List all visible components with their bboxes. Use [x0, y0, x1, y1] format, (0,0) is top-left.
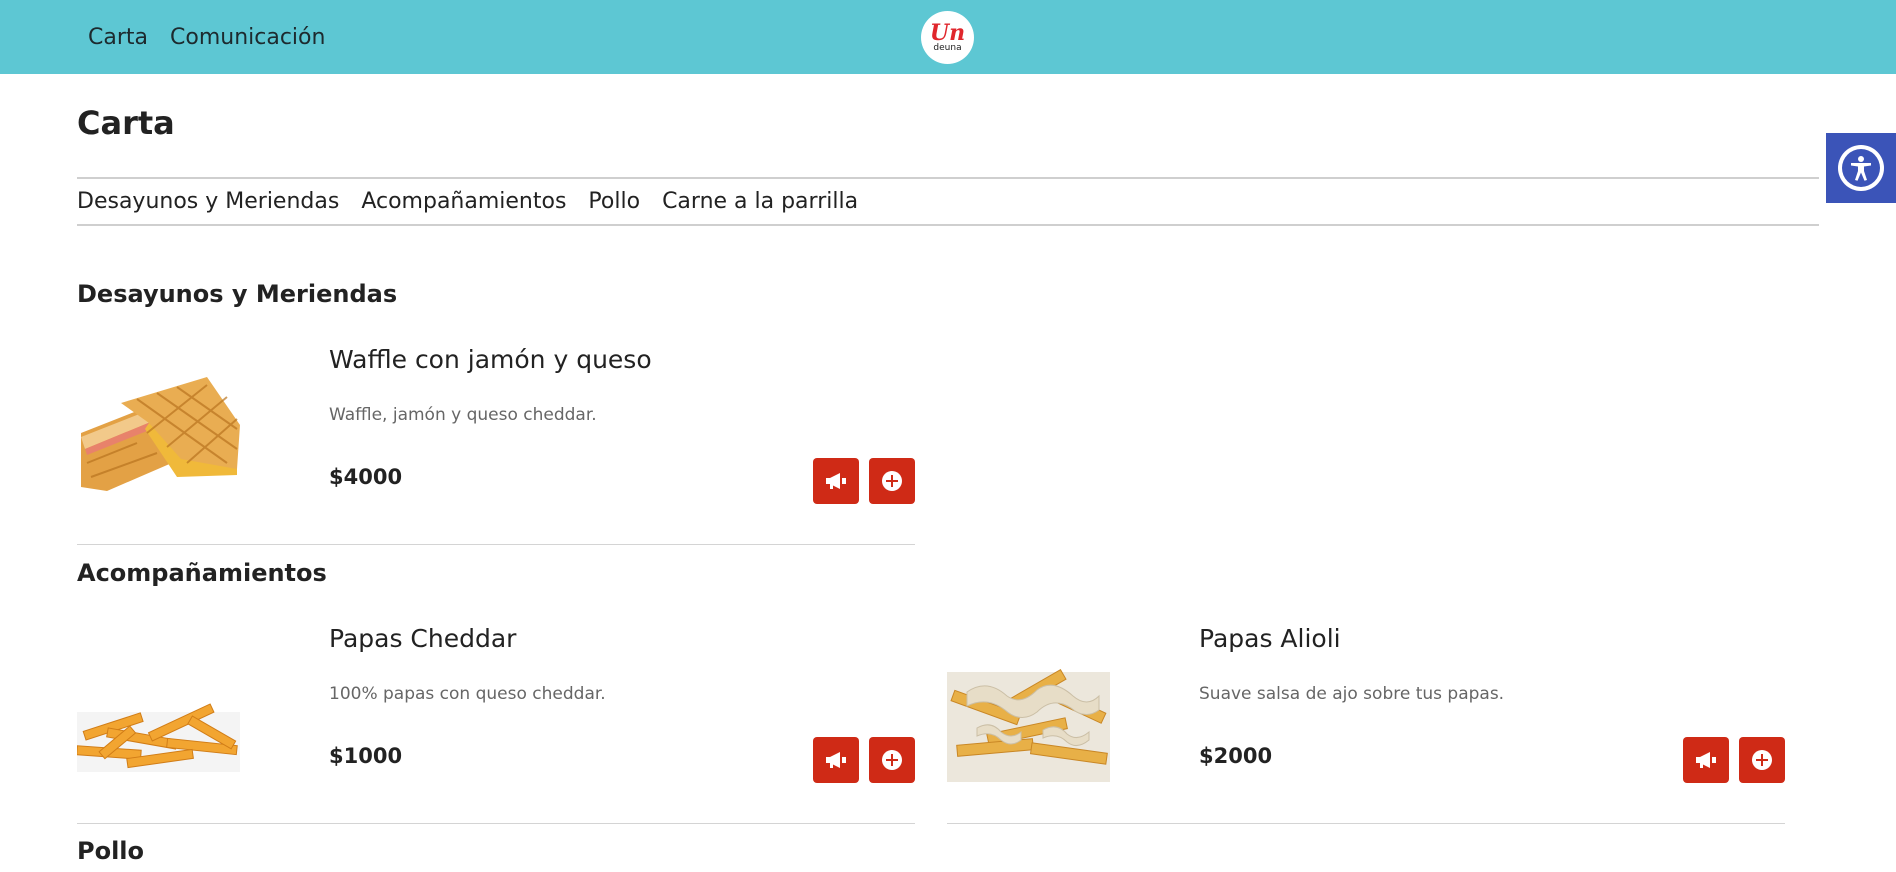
- add-item-button[interactable]: [869, 737, 915, 783]
- accessibility-icon: [1838, 145, 1884, 191]
- announce-button[interactable]: [1683, 737, 1729, 783]
- menu-item-waffle: Waffle con jamón y queso Waffle, jamón y…: [77, 345, 915, 545]
- top-header: Carta Comunicación Un deuna: [0, 0, 1896, 74]
- item-description: Waffle, jamón y queso cheddar.: [329, 405, 597, 425]
- nav-link-comunicacion[interactable]: Comunicación: [170, 25, 325, 50]
- item-description: 100% papas con queso cheddar.: [329, 684, 606, 704]
- item-name: Papas Cheddar: [329, 624, 517, 653]
- section-title-pollo: Pollo: [77, 837, 145, 865]
- page-title: Carta: [77, 104, 175, 142]
- accessibility-button[interactable]: [1826, 133, 1896, 203]
- plus-circle-icon: [1752, 750, 1772, 770]
- menu-item-papas-cheddar: Papas Cheddar 100% papas con queso chedd…: [77, 624, 915, 824]
- category-nav: Desayunos y Meriendas Acompañamientos Po…: [77, 177, 1819, 226]
- add-item-button[interactable]: [1739, 737, 1785, 783]
- logo-word: deuna: [933, 42, 962, 53]
- announce-button[interactable]: [813, 737, 859, 783]
- megaphone-icon: [826, 752, 846, 768]
- logo-mark: Un: [929, 19, 966, 46]
- category-tab-acompanamientos[interactable]: Acompañamientos: [361, 189, 566, 214]
- waffle-sandwich-image: [81, 377, 240, 491]
- fries-alioli-image: [947, 668, 1110, 782]
- megaphone-icon: [826, 473, 846, 489]
- nav-link-carta[interactable]: Carta: [88, 25, 148, 50]
- item-price: $4000: [329, 465, 403, 489]
- add-item-button[interactable]: [869, 458, 915, 504]
- plus-circle-icon: [882, 750, 902, 770]
- item-price: $2000: [1199, 744, 1273, 768]
- item-price: $1000: [329, 744, 403, 768]
- item-name: Waffle con jamón y queso: [329, 345, 652, 374]
- fries-cheddar-image: [77, 703, 240, 772]
- menu-item-papas-alioli: Papas Alioli Suave salsa de ajo sobre tu…: [947, 624, 1785, 824]
- item-name: Papas Alioli: [1199, 624, 1341, 653]
- category-tab-carne[interactable]: Carne a la parrilla: [662, 189, 858, 214]
- brand-logo[interactable]: Un deuna: [921, 11, 974, 64]
- item-description: Suave salsa de ajo sobre tus papas.: [1199, 684, 1505, 704]
- top-nav: Carta Comunicación: [88, 0, 325, 74]
- section-title-acompanamientos: Acompañamientos: [77, 559, 327, 587]
- category-tab-pollo[interactable]: Pollo: [588, 189, 640, 214]
- section-title-desayunos: Desayunos y Meriendas: [77, 280, 398, 308]
- category-tab-desayunos[interactable]: Desayunos y Meriendas: [77, 189, 339, 214]
- plus-circle-icon: [882, 471, 902, 491]
- announce-button[interactable]: [813, 458, 859, 504]
- megaphone-icon: [1696, 752, 1716, 768]
